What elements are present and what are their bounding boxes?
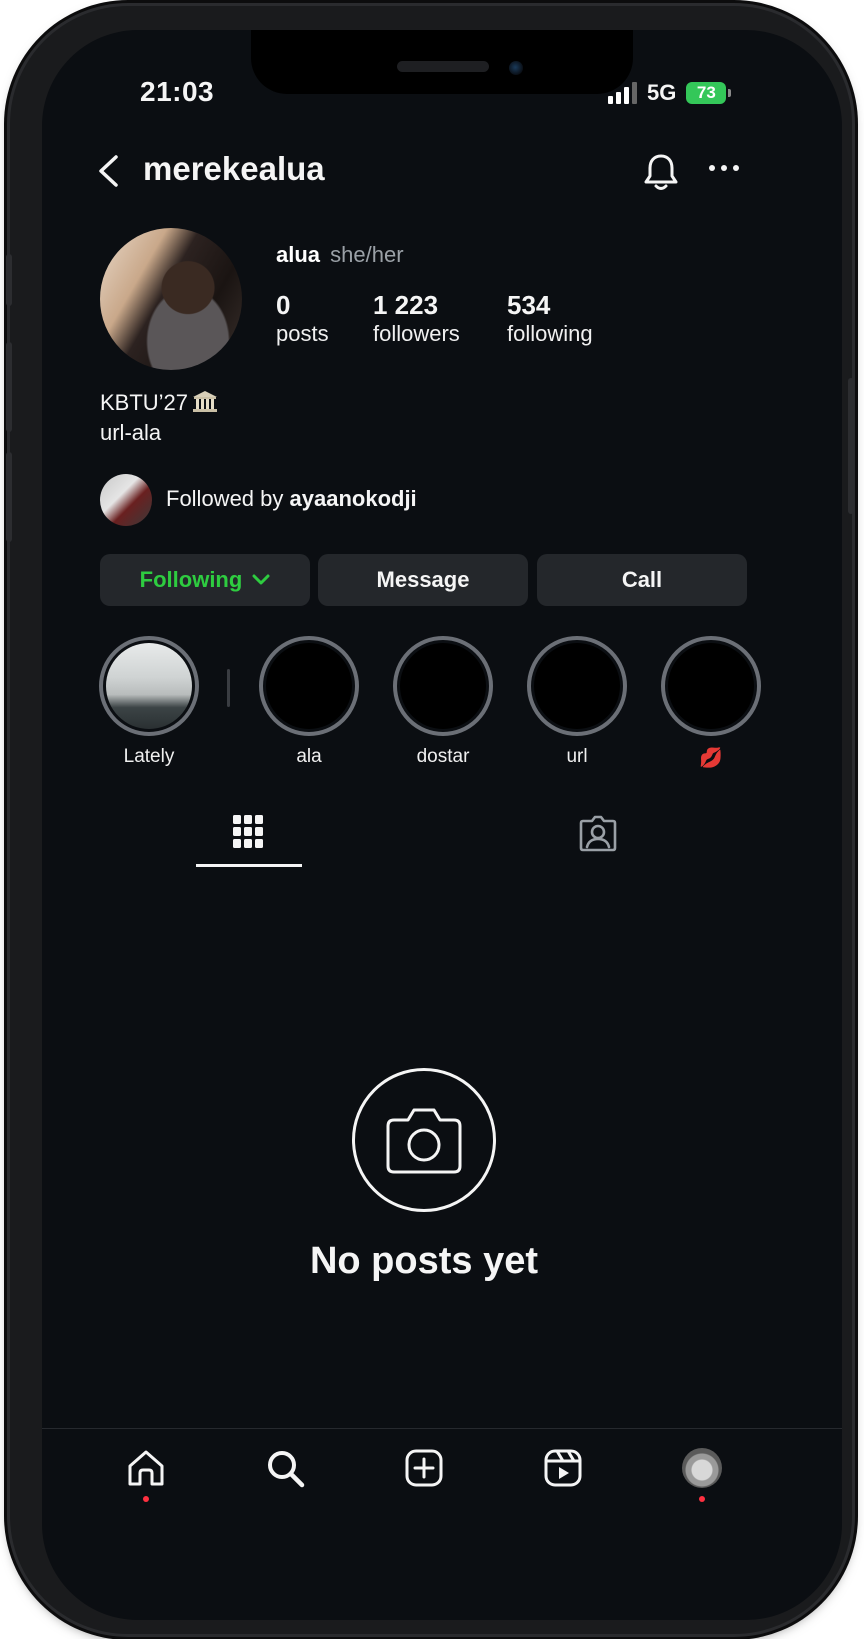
highlight-label: 💋 [699,748,723,769]
highlight-cover [106,643,192,729]
profile-avatar[interactable] [100,228,242,370]
highlight-separator [227,669,230,707]
earpiece-speaker [397,61,489,72]
stat-following-value: 534 [507,290,551,320]
stat-posts-label: posts [276,321,329,346]
status-time: 21:03 [140,76,215,107]
profile-bio: KBTU’27 url-ala [100,388,218,448]
highlight-label: dostar [416,746,470,767]
following-button-label: Following [139,567,243,592]
tagged-photos-icon[interactable] [579,814,617,852]
followed-by-avatar[interactable] [100,474,152,526]
mute-switch [6,254,12,306]
bio-line-1: KBTU’27 [100,388,218,418]
followed-by-prefix: Followed by [166,486,284,511]
stat-posts-value: 0 [276,290,291,320]
highlight-ala[interactable]: ala [256,636,362,768]
bell-icon[interactable] [643,152,679,192]
reels-icon[interactable] [543,1448,583,1488]
highlight-ring [259,636,359,736]
stat-following-label: following [507,321,593,346]
status-indicators: 5G 73 [608,80,732,106]
volume-down-button [6,452,12,542]
screen: 21:03 5G 73 merekealua alua she/her 0 po… [42,30,842,1620]
highlight-kiss[interactable]: 💋 [658,636,764,770]
highlight-label: ala [296,746,322,767]
stat-following[interactable]: 534 following [507,290,593,348]
message-button[interactable]: Message [318,554,528,606]
profile-notification-dot [699,1496,705,1502]
create-post-icon[interactable] [404,1448,444,1488]
profile-name-row: alua she/her [276,242,404,268]
chevron-down-icon [252,574,270,585]
battery-level: 73 [696,83,716,102]
stat-followers-label: followers [373,321,460,346]
profile-name: alua [276,242,321,267]
stat-posts: 0 posts [276,290,329,348]
profile-header: merekealua [42,140,842,200]
empty-state-circle [352,1068,496,1212]
profile-pronouns: she/her [330,242,404,267]
power-button [848,378,854,514]
stat-followers[interactable]: 1 223 followers [373,290,460,348]
camera-icon [386,1108,462,1174]
highlight-ring [393,636,493,736]
bio-line-2[interactable]: url-ala [100,418,218,448]
call-button-label: Call [621,567,663,592]
search-icon[interactable] [265,1448,305,1488]
highlight-label: Lately [123,746,175,767]
highlight-url[interactable]: url [524,636,630,768]
highlight-cover [266,643,352,729]
empty-state-title: No posts yet [309,1240,539,1282]
message-button-label: Message [376,567,470,592]
call-button[interactable]: Call [537,554,747,606]
phone-frame: 21:03 5G 73 merekealua alua she/her 0 po… [6,6,854,1634]
cellular-signal-icon [608,82,637,104]
header-username: merekealua [143,150,325,187]
profile-tab-avatar[interactable] [682,1448,722,1488]
active-tab-indicator [196,864,302,867]
highlight-cover [534,643,620,729]
grid-icon[interactable] [232,814,264,850]
front-camera [509,61,523,75]
followed-by-user: ayaanokodji [289,486,417,511]
home-notification-dot [143,1496,149,1502]
followed-by-text[interactable]: Followed by ayaanokodji [166,486,417,512]
highlight-ring [527,636,627,736]
battery-icon: 73 [686,82,732,104]
back-arrow-icon[interactable] [94,154,124,188]
network-type: 5G [647,80,677,105]
highlight-cover [668,643,754,729]
highlight-lately[interactable]: Lately [96,636,202,768]
highlight-ring [99,636,199,736]
highlight-dostar[interactable]: dostar [390,636,496,768]
bottom-nav-divider [42,1428,842,1429]
more-options-icon[interactable] [708,162,740,174]
volume-up-button [6,342,12,432]
highlight-cover [400,643,486,729]
bio-line-1-text: KBTU’27 [100,390,189,415]
home-icon[interactable] [126,1448,166,1488]
classical-building-emoji [193,391,218,412]
stat-followers-value: 1 223 [373,290,439,320]
notch [251,30,633,94]
following-button[interactable]: Following [100,554,310,606]
highlight-label: url [566,746,588,767]
highlight-ring [661,636,761,736]
